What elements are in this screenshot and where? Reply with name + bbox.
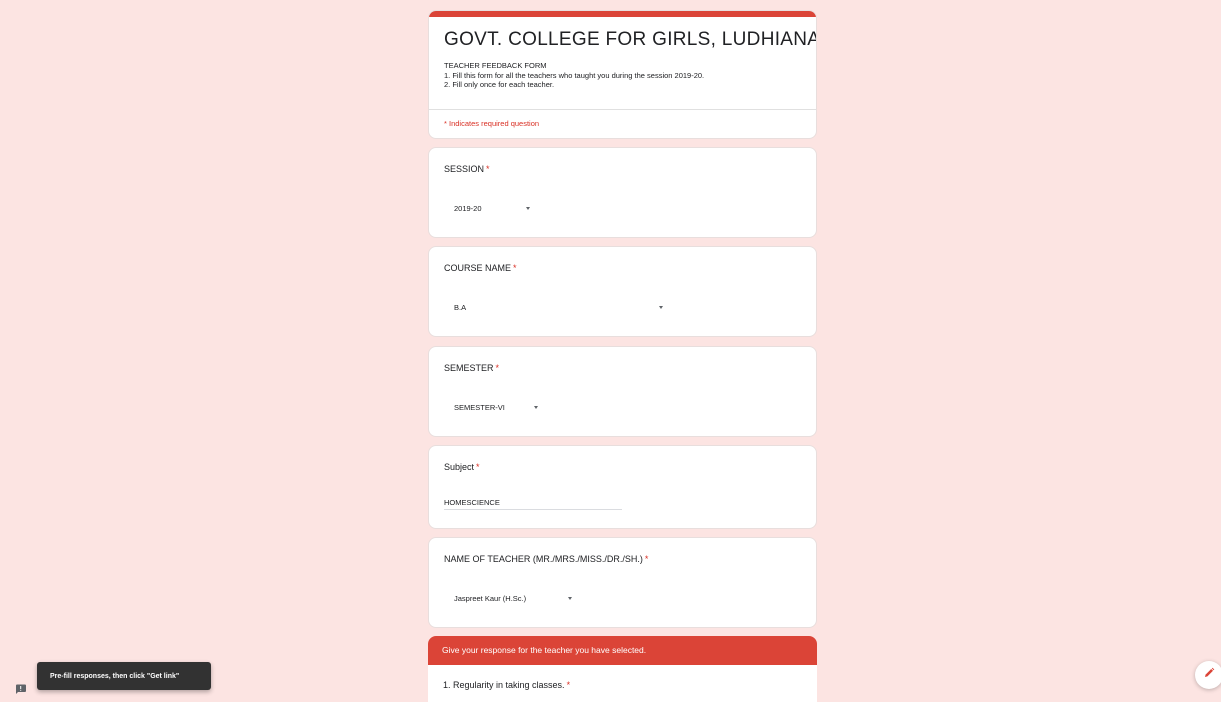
question-card-subject: Subject * [428, 445, 817, 529]
subject-input[interactable] [444, 496, 622, 510]
semester-dropdown[interactable]: SEMESTER-VI [444, 395, 554, 419]
question-label: SESSION [444, 164, 485, 174]
required-asterisk: * [476, 462, 480, 472]
question-title: SEMESTER * [444, 363, 499, 373]
question-card-semester: SEMESTER * SEMESTER-VI [428, 346, 817, 437]
required-asterisk: * [644, 554, 649, 564]
question-label: SEMESTER [444, 363, 494, 373]
dropdown-value: SEMESTER-VI [454, 402, 505, 412]
section-card: Give your response for the teacher you h… [428, 636, 817, 702]
session-dropdown[interactable]: 2019-20 [444, 196, 544, 220]
form-description-line: 1. Fill this form for all the teachers w… [444, 70, 705, 80]
form-header-card: GOVT. COLLEGE FOR GIRLS, LUDHIANA TEACHE… [428, 10, 817, 139]
edit-button[interactable] [1195, 661, 1221, 689]
chevron-down-icon [659, 305, 663, 309]
question-card-session: SESSION * 2019-20 [428, 147, 817, 238]
form-description-line: 2. Fill only once for each teacher. [444, 80, 555, 89]
header-divider [429, 109, 816, 110]
chevron-down-icon [568, 596, 572, 600]
section-header-band: Give your response for the teacher you h… [428, 636, 817, 665]
feedback-icon[interactable] [15, 681, 26, 694]
required-asterisk: * [566, 680, 571, 690]
required-asterisk: * [495, 363, 500, 373]
question-card-teacher: NAME OF TEACHER (MR./MRS./MISS./DR./SH.)… [428, 537, 817, 628]
form-description: TEACHER FEEDBACK FORM 1. Fill this form … [444, 61, 704, 90]
chevron-down-icon [534, 405, 538, 409]
form-page: GOVT. COLLEGE FOR GIRLS, LUDHIANA TEACHE… [0, 0, 1221, 702]
toast-message: Pre-fill responses, then click "Get link… [50, 672, 180, 680]
question-title: COURSE NAME * [444, 263, 517, 273]
required-asterisk: * [513, 263, 517, 273]
prefill-toast: Pre-fill responses, then click "Get link… [37, 662, 211, 690]
dropdown-value: B.A [454, 302, 467, 312]
chevron-down-icon [526, 206, 530, 210]
required-note: * Indicates required question [444, 119, 540, 128]
course-dropdown[interactable]: B.A [444, 295, 674, 319]
question-label: NAME OF TEACHER (MR./MRS./MISS./DR./SH.) [444, 554, 643, 564]
form-description-line: TEACHER FEEDBACK FORM [444, 61, 547, 70]
question-title: 1. Regularity in taking classes. * [443, 680, 570, 690]
question-label: 1. Regularity in taking classes. [443, 680, 565, 690]
required-asterisk: * [486, 164, 490, 174]
section-title: Give your response for the teacher you h… [442, 645, 647, 655]
question-title: NAME OF TEACHER (MR./MRS./MISS./DR./SH.)… [444, 554, 648, 564]
header-accent-strip [429, 11, 816, 17]
dropdown-value: Jaspreet Kaur (H.Sc.) [454, 593, 527, 603]
question-card-course: COURSE NAME * B.A [428, 246, 817, 337]
pencil-icon [1203, 666, 1215, 684]
teacher-dropdown[interactable]: Jaspreet Kaur (H.Sc.) [444, 586, 584, 610]
question-label: Subject [444, 462, 475, 472]
question-title: Subject * [444, 462, 480, 472]
form-title: GOVT. COLLEGE FOR GIRLS, LUDHIANA [444, 29, 817, 50]
question-title: SESSION * [444, 164, 490, 174]
question-label: COURSE NAME [444, 263, 512, 273]
dropdown-value: 2019-20 [454, 203, 482, 213]
